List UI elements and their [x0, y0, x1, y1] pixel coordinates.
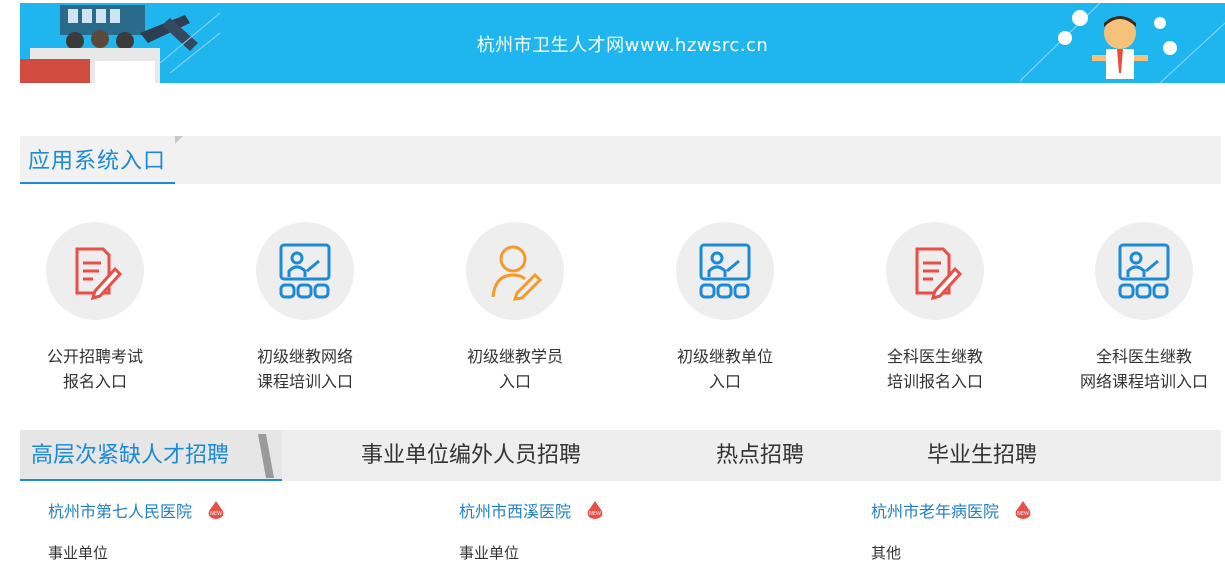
- entry-label-line2: 入口: [708, 372, 741, 391]
- document-pen-icon: [75, 247, 123, 301]
- job-name[interactable]: 杭州市第七人民医院: [48, 502, 192, 521]
- tab-contract-staff[interactable]: 事业单位编外人员招聘: [361, 430, 581, 481]
- entry-label-line1: 全科医生继教: [886, 347, 983, 366]
- entry-label: 全科医生继教 网络课程培训入口: [1049, 344, 1225, 394]
- entry-label-line2: 课程培训入口: [256, 372, 353, 391]
- job-name[interactable]: 杭州市老年病医院: [871, 502, 999, 521]
- entry-label: 全科医生继教 培训报名入口: [840, 344, 1030, 394]
- new-badge-icon: NEW: [1015, 501, 1031, 519]
- entry-icon-circle: [466, 222, 564, 320]
- entry-label: 公开招聘考试 报名入口: [0, 344, 190, 394]
- entry-gp-training-registration[interactable]: 全科医生继教 培训报名入口: [840, 222, 1030, 394]
- classroom-icon: [279, 243, 331, 299]
- job-link[interactable]: 杭州市第七人民医院 NEW: [48, 498, 428, 522]
- svg-text:NEW: NEW: [1017, 511, 1029, 517]
- entry-label: 初级继教单位 入口: [630, 344, 820, 394]
- new-badge-icon: NEW: [587, 501, 603, 519]
- entry-icon-circle: [886, 222, 984, 320]
- job-link[interactable]: 杭州市老年病医院 NEW: [871, 498, 1225, 522]
- tab-divider-decoration: [258, 434, 274, 478]
- section-header: 应用系统入口: [20, 136, 1221, 184]
- tab-label: 热点招聘: [716, 443, 805, 468]
- entry-icon-circle: [676, 222, 774, 320]
- banner-right-illustration: [1020, 3, 1225, 83]
- entry-label-line1: 公开招聘考试: [46, 347, 143, 366]
- entry-label: 初级继教网络 课程培训入口: [210, 344, 400, 394]
- entry-label-line2: 入口: [498, 372, 531, 391]
- entry-label-line1: 初级继教学员: [466, 347, 563, 366]
- section-title: 应用系统入口: [28, 149, 167, 174]
- entry-junior-student[interactable]: 初级继教学员 入口: [420, 222, 610, 394]
- entry-label-line2: 报名入口: [62, 372, 127, 391]
- classroom-icon: [1118, 243, 1170, 299]
- new-badge-icon: NEW: [208, 501, 224, 519]
- classroom-icon: [699, 243, 751, 299]
- tab-label: 高层次紧缺人才招聘: [31, 443, 230, 468]
- entry-icon-circle: [46, 222, 144, 320]
- svg-text:NEW: NEW: [210, 511, 222, 517]
- entry-label-line1: 初级继教单位: [676, 347, 773, 366]
- entry-label-line1: 全科医生继教: [1095, 347, 1192, 366]
- job-link[interactable]: 杭州市西溪医院 NEW: [459, 498, 839, 522]
- tab-hot-jobs[interactable]: 热点招聘: [716, 430, 804, 481]
- entry-label-line2: 培训报名入口: [886, 372, 983, 391]
- entry-label-line2: 网络课程培训入口: [1079, 372, 1208, 391]
- section-tab: 应用系统入口: [20, 136, 175, 184]
- tab-high-level-talent[interactable]: 高层次紧缺人才招聘: [20, 430, 282, 481]
- header-banner: 杭州市卫生人才网www.hzwsrc.cn: [20, 3, 1225, 83]
- job-listing: 杭州市老年病医院 NEW 其他: [871, 498, 1225, 563]
- entry-junior-online-course[interactable]: 初级继教网络 课程培训入口: [210, 222, 400, 394]
- entry-icon-circle: [256, 222, 354, 320]
- entry-junior-unit[interactable]: 初级继教单位 入口: [630, 222, 820, 394]
- entry-grid: 公开招聘考试 报名入口 初级继教网络 课程培训入口 初级继教学员 入口 初级继教…: [0, 222, 1225, 402]
- person-pen-icon: [491, 245, 543, 301]
- document-pen-icon: [915, 247, 963, 301]
- tab-fold-decoration: [175, 136, 183, 144]
- job-name[interactable]: 杭州市西溪医院: [459, 502, 571, 521]
- entry-label-line1: 初级继教网络: [256, 347, 353, 366]
- job-listing: 杭州市西溪医院 NEW 事业单位: [459, 498, 839, 563]
- tab-graduates[interactable]: 毕业生招聘: [927, 430, 1037, 481]
- tab-label: 毕业生招聘: [927, 443, 1038, 468]
- entry-exam-registration[interactable]: 公开招聘考试 报名入口: [0, 222, 190, 394]
- job-listing: 杭州市第七人民医院 NEW 事业单位: [48, 498, 428, 563]
- entry-icon-circle: [1095, 222, 1193, 320]
- recruitment-tabs: 高层次紧缺人才招聘 事业单位编外人员招聘 热点招聘 毕业生招聘: [20, 430, 1221, 481]
- entry-label: 初级继教学员 入口: [420, 344, 610, 394]
- entry-gp-online-course[interactable]: 全科医生继教 网络课程培训入口: [1049, 222, 1225, 394]
- svg-text:NEW: NEW: [589, 511, 601, 517]
- tab-label: 事业单位编外人员招聘: [361, 443, 582, 468]
